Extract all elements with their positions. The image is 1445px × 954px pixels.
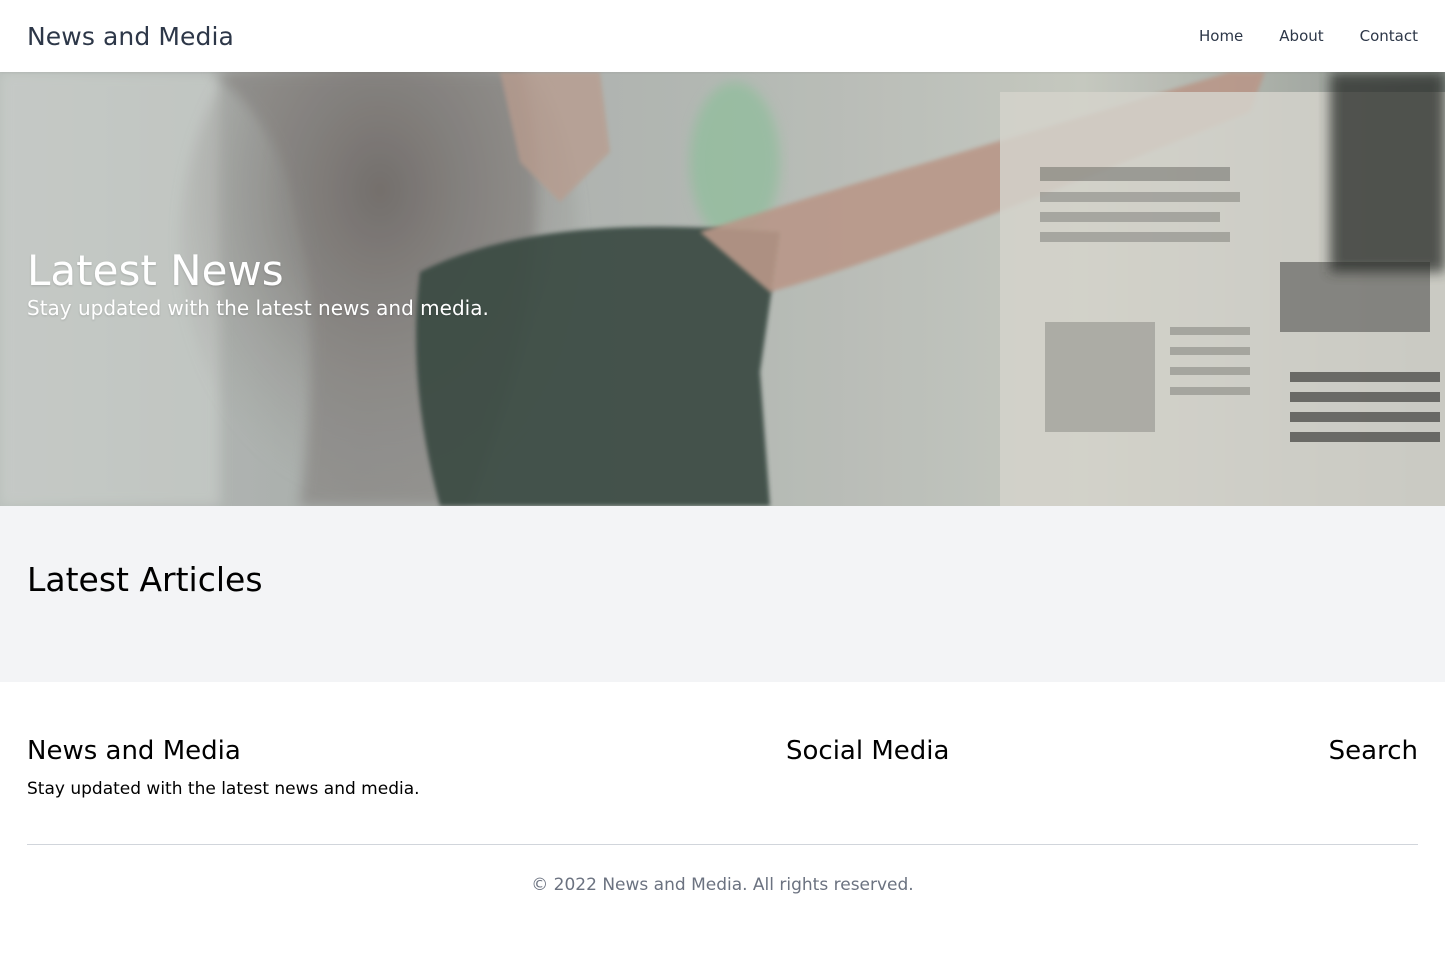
footer-brand-column: News and Media Stay updated with the lat… [27,736,420,799]
latest-articles-section: Latest Articles [0,506,1445,682]
footer-brand-heading: News and Media [27,736,241,766]
latest-articles-heading: Latest Articles [27,560,263,599]
nav-home-link[interactable]: Home [1199,27,1243,45]
site-brand-link[interactable]: News and Media [27,22,234,51]
main-nav: Home About Contact [1199,27,1418,45]
footer-divider [27,844,1418,845]
footer-social-column: Social Media [786,736,949,766]
nav-contact-link[interactable]: Contact [1360,27,1418,45]
footer-copyright: © 2022 News and Media. All rights reserv… [531,875,914,895]
footer-brand-text: Stay updated with the latest news and me… [27,779,420,799]
footer-search-column: Search [1329,736,1418,766]
hero-title: Latest News [27,246,284,295]
footer-search-heading: Search [1328,736,1418,766]
hero-text: Latest News Stay updated with the latest… [27,246,489,321]
site-footer: News and Media Stay updated with the lat… [0,682,1445,954]
nav-about-link[interactable]: About [1279,27,1323,45]
footer-social-heading: Social Media [786,736,950,766]
site-header: News and Media Home About Contact [0,0,1445,72]
hero-banner: Latest News Stay updated with the latest… [0,72,1445,506]
hero-subtitle: Stay updated with the latest news and me… [27,296,489,321]
